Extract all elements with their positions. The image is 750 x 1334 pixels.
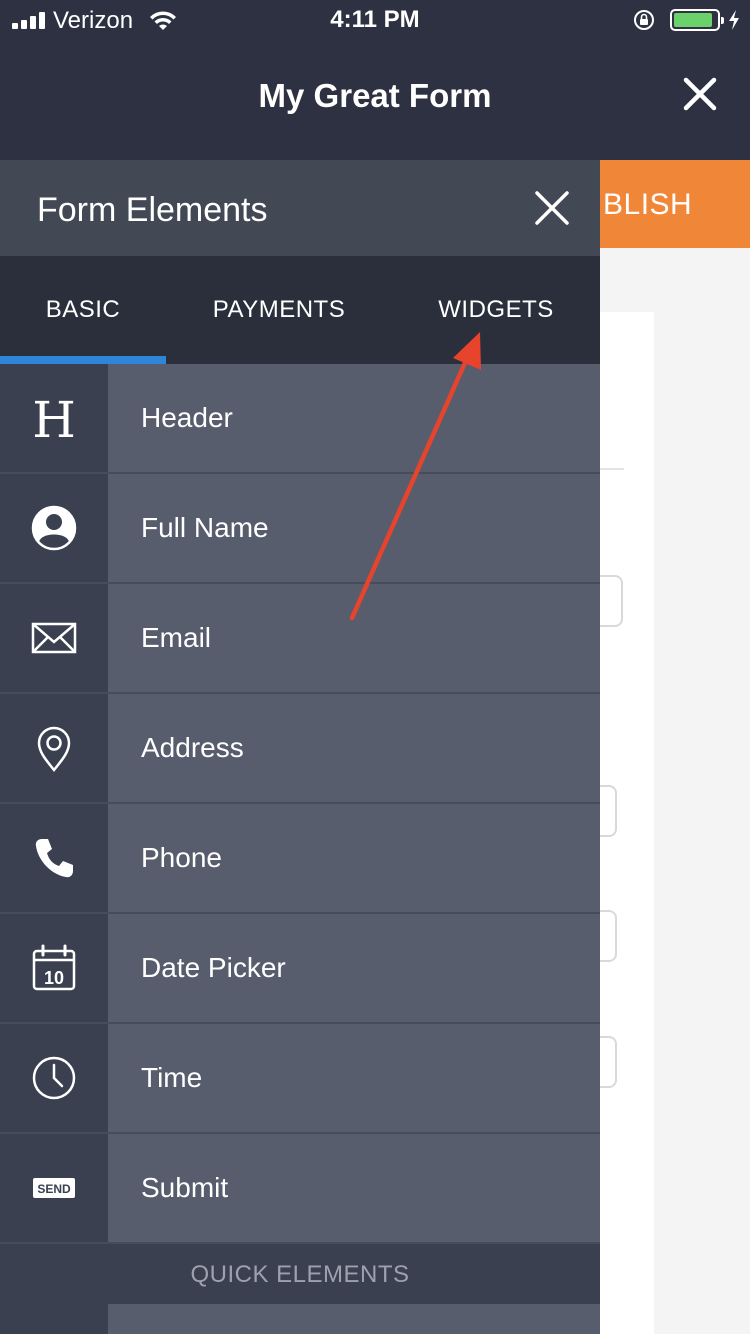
element-label: Date Picker	[141, 952, 286, 983]
annotation-arrow	[349, 332, 481, 621]
element-label: Address	[141, 732, 244, 763]
send-icon: SEND	[33, 1178, 75, 1198]
element-item-time[interactable]: Time	[0, 1024, 600, 1134]
envelope-icon	[31, 622, 77, 654]
battery-icon	[670, 9, 724, 31]
tab-basic[interactable]: BASIC	[0, 256, 166, 364]
form-elements-drawer: Form Elements BASIC PAYMENTS WIDGETS H H…	[0, 160, 600, 1334]
page-title: My Great Form	[258, 77, 492, 114]
status-bar: Verizon 4:11 PM	[0, 0, 750, 40]
svg-text:H: H	[32, 392, 76, 444]
element-label: Header	[141, 402, 233, 433]
element-item-address[interactable]: Address	[0, 694, 600, 804]
element-item-phone[interactable]: Phone	[0, 804, 600, 914]
map-pin-icon	[37, 726, 71, 773]
element-label: Email	[141, 622, 212, 653]
element-label: Submit	[141, 1172, 229, 1203]
element-label: Full Name	[141, 512, 269, 543]
element-tabs: BASIC PAYMENTS WIDGETS	[0, 256, 600, 364]
svg-text:SEND: SEND	[37, 1182, 71, 1196]
header-icon: H	[32, 392, 76, 444]
form-divider	[600, 468, 624, 470]
publish-button-label: BLISH	[603, 188, 693, 221]
charging-bolt-icon	[729, 10, 739, 30]
drawer-header: Form Elements	[0, 160, 600, 256]
element-item-submit[interactable]: SEND Submit	[0, 1134, 600, 1244]
user-icon	[31, 505, 77, 551]
element-item-full-name[interactable]: Full Name	[0, 474, 600, 584]
drawer-title: Form Elements	[37, 191, 268, 229]
element-label: Time	[141, 1062, 203, 1093]
battery-level-fill	[674, 13, 712, 27]
active-tab-indicator	[0, 356, 166, 364]
quick-elements-section-header: QUICK ELEMENTS	[0, 1244, 600, 1302]
calendar-icon: 10	[32, 944, 76, 991]
element-label: Phone	[141, 842, 222, 873]
element-list: H Header Full Name Email Address Phone 1…	[0, 364, 600, 1244]
phone-icon	[35, 839, 73, 878]
element-item-partial[interactable]	[0, 1302, 600, 1334]
element-item-date-picker[interactable]: 10 Date Picker	[0, 914, 600, 1024]
nav-bar: My Great Form	[0, 40, 750, 160]
orientation-lock-icon	[634, 10, 654, 30]
element-item-email[interactable]: Email	[0, 584, 600, 694]
close-drawer-icon[interactable]	[532, 188, 572, 228]
clock-icon	[32, 1056, 76, 1100]
svg-text:10: 10	[44, 968, 64, 988]
close-form-icon[interactable]	[680, 74, 720, 114]
element-item-header[interactable]: H Header	[0, 364, 600, 474]
